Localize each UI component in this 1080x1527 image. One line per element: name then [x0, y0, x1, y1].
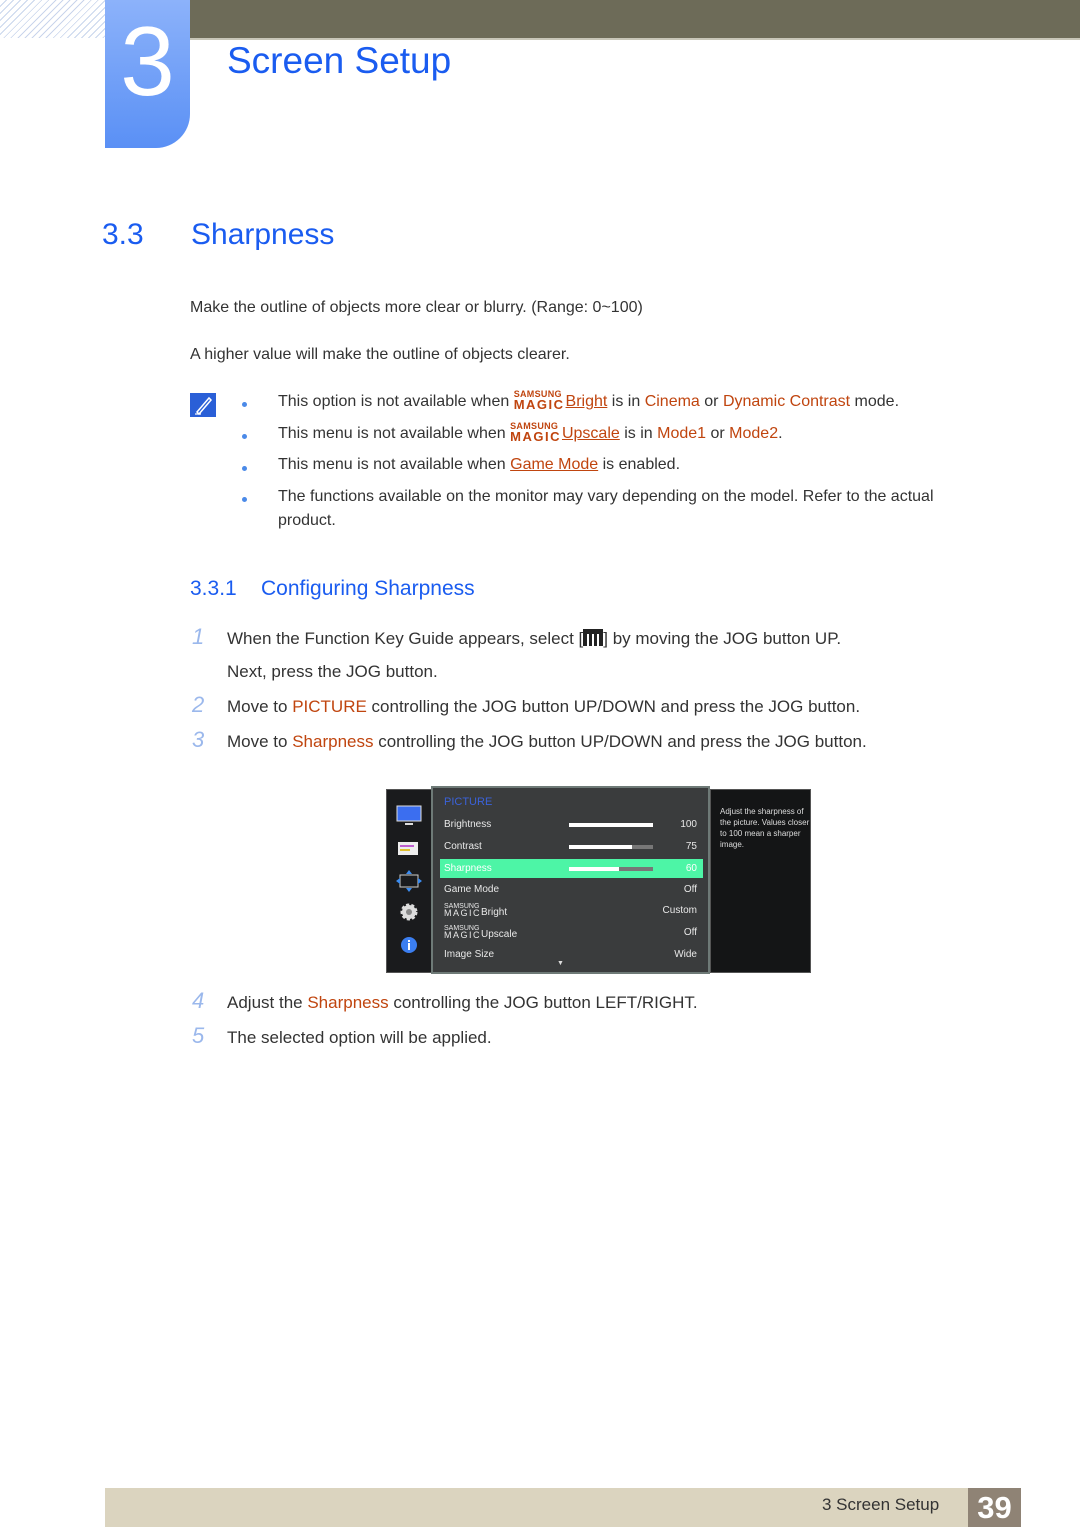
game-mode-link[interactable]: Game Mode	[510, 456, 598, 473]
osd-row-game-mode[interactable]: Game Mode Off	[440, 880, 703, 899]
step-3-text: Move to Sharpness controlling the JOG bu…	[227, 732, 867, 751]
note-pencil-icon	[190, 393, 216, 417]
osd-row-magic-bright[interactable]: SAMSUNG MAGIC Bright Custom	[440, 901, 703, 920]
subsection-title: Configuring Sharpness	[261, 577, 475, 600]
note-item-magicbright: This option is not available when SAMSUN…	[278, 389, 900, 412]
chapter-number: 3	[120, 6, 175, 116]
osd-title: PICTURE	[444, 796, 493, 808]
osd-help-text: Adjust the sharpness of the picture. Val…	[720, 807, 810, 849]
footer-chapter-label: 3 Screen Setup	[822, 1495, 940, 1514]
step-number: 4	[192, 988, 205, 1013]
info-icon	[396, 935, 422, 955]
chapter-title: Screen Setup	[227, 40, 452, 81]
step-1-text: When the Function Key Guide appears, sel…	[227, 629, 842, 648]
step-number: 2	[192, 692, 205, 717]
list-icon	[396, 841, 422, 857]
monitor-icon	[396, 805, 422, 827]
samsung-magic-logo: SAMSUNG MAGIC	[510, 421, 561, 444]
osd-slider[interactable]	[569, 867, 653, 871]
samsung-magic-logo: SAMSUNG MAGIC	[513, 389, 565, 412]
magicupscale-link[interactable]: Upscale	[562, 425, 620, 442]
step-4-text: Adjust the Sharpness controlling the JOG…	[227, 993, 698, 1012]
gear-icon	[396, 902, 422, 922]
step-5-text: The selected option will be applied.	[227, 1028, 492, 1047]
note-item-magicupscale: This menu is not available when SAMSUNG M…	[278, 421, 783, 444]
osd-slider[interactable]	[569, 823, 653, 827]
note-item-gamemode: This menu is not available when Game Mod…	[278, 456, 681, 473]
scroll-down-icon[interactable]: ▼	[557, 960, 564, 967]
osd-row-magic-upscale[interactable]: SAMSUNG MAGIC Upscale Off	[440, 923, 703, 942]
step-number: 1	[192, 624, 205, 649]
step-2-text: Move to PICTURE controlling the JOG butt…	[227, 697, 861, 716]
osd-row-brightness[interactable]: Brightness 100	[440, 815, 703, 834]
bullet-dot	[242, 402, 247, 407]
header-hatch-decoration	[0, 0, 105, 38]
magicbright-link[interactable]: Bright	[566, 393, 608, 410]
intro-paragraph-2: A higher value will make the outline of …	[190, 346, 570, 363]
step-1-line2: Next, press the JOG button.	[227, 662, 438, 681]
osd-slider[interactable]	[569, 845, 653, 849]
resize-arrows-icon	[396, 870, 422, 892]
subsection-number: 3.3.1	[190, 577, 237, 600]
header-bar	[190, 0, 1080, 38]
intro-paragraph-1: Make the outline of objects more clear o…	[190, 299, 643, 316]
section-number: 3.3	[102, 218, 144, 251]
osd-row-contrast[interactable]: Contrast 75	[440, 837, 703, 856]
samsung-magic-logo: SAMSUNG MAGIC	[444, 925, 482, 940]
bullet-dot	[242, 434, 247, 439]
samsung-magic-logo: SAMSUNG MAGIC	[444, 903, 482, 918]
osd-row-image-size[interactable]: Image Size Wide	[440, 945, 703, 964]
note-item-model-variation: The functions available on the monitor m…	[278, 488, 934, 529]
osd-row-sharpness[interactable]: Sharpness 60	[440, 859, 703, 878]
step-number: 3	[192, 727, 205, 752]
page-number: 39	[968, 1488, 1021, 1527]
menu-key-icon	[583, 629, 604, 646]
step-number: 5	[192, 1023, 205, 1048]
bullet-dot	[242, 497, 247, 502]
bullet-dot	[242, 466, 247, 471]
section-title: Sharpness	[191, 218, 335, 251]
